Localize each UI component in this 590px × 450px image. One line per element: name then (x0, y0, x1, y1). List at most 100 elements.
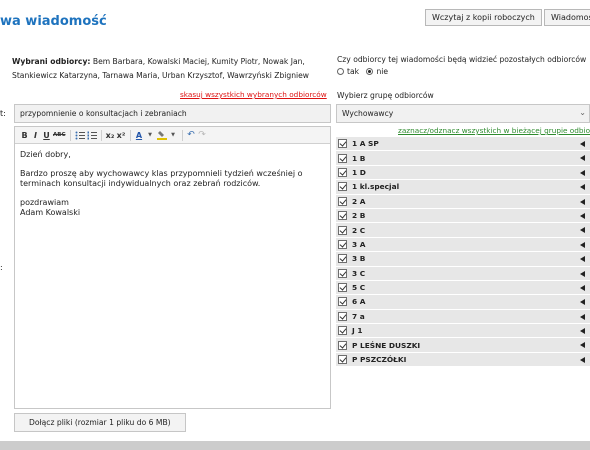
redo-icon[interactable]: ↷ (197, 129, 208, 142)
expand-arrow-icon[interactable] (580, 342, 585, 349)
expand-arrow-icon[interactable] (580, 256, 585, 263)
messages-button[interactable]: Wiadomości (544, 9, 590, 26)
group-row[interactable]: 2 B (336, 208, 590, 224)
text-color-button[interactable]: A (134, 129, 145, 142)
group-name: 3 C (352, 268, 366, 278)
recipients-label: Wybrani odbiorcy: (12, 57, 91, 66)
expand-arrow-icon[interactable] (580, 169, 585, 176)
expand-arrow-icon[interactable] (580, 141, 585, 147)
body-paragraph: Bardzo proszę aby wychowawcy klas przypo… (20, 169, 303, 188)
expand-arrow-icon[interactable] (580, 241, 585, 248)
expand-arrow-icon[interactable] (580, 328, 585, 335)
checkbox[interactable] (338, 239, 347, 249)
radio-nie[interactable] (366, 68, 374, 75)
group-name: 1 A SP (352, 139, 379, 149)
message-body[interactable]: Dzień dobry, Bardzo proszę aby wychowawc… (15, 144, 330, 224)
expand-arrow-icon[interactable] (580, 227, 585, 234)
checkbox[interactable] (338, 153, 347, 163)
group-row[interactable]: 1 B (336, 151, 590, 166)
checkbox[interactable] (338, 355, 347, 365)
chevron-down-icon[interactable]: ▼ (145, 129, 156, 142)
clear-recipients-link[interactable]: skasuj wszystkich wybranych odbiorców (180, 90, 327, 99)
group-row[interactable]: J 1 (336, 324, 590, 339)
expand-arrow-icon[interactable] (580, 198, 585, 205)
undo-icon[interactable]: ↶ (186, 129, 197, 142)
group-name: 2 B (352, 211, 366, 221)
checkbox[interactable] (338, 167, 347, 177)
checkbox[interactable] (338, 211, 347, 221)
group-row[interactable]: 5 C (336, 280, 590, 296)
checkbox[interactable] (338, 139, 347, 149)
bold-button[interactable]: B (19, 129, 30, 142)
checkbox[interactable] (338, 297, 347, 307)
expand-arrow-icon[interactable] (580, 184, 585, 191)
group-name: 2 A (352, 196, 366, 206)
recipients-line-2: Stankiewicz Katarzyna, Tarnawa Maria, Ur… (12, 71, 310, 80)
expand-arrow-icon[interactable] (580, 270, 585, 277)
chevron-down-icon: ⌄ (579, 108, 586, 117)
subject-label: t: (0, 109, 6, 118)
checkbox[interactable] (338, 340, 347, 350)
subject-input[interactable]: przypomnienie o konsultacjach i zebrania… (14, 104, 331, 123)
attach-files-button[interactable]: Dołącz pliki (rozmiar 1 pliku do 6 MB) (14, 413, 186, 432)
group-row[interactable]: 1 kl.specjal (336, 180, 590, 195)
group-row[interactable]: P PSZCZÓŁKI (336, 352, 590, 368)
strikethrough-button[interactable]: ABC (52, 129, 67, 142)
recipient-group-list: 1 A SP 1 B 1 D 1 kl.specjal 2 A 2 B 2 C … (336, 137, 590, 368)
bulleted-list-icon[interactable] (74, 129, 86, 142)
visibility-setting: Czy odbiorcy tej wiadomości będą widzieć… (337, 54, 590, 78)
highlight-icon[interactable] (156, 129, 168, 142)
page-title: wa wiadomość (0, 14, 107, 29)
expand-arrow-icon[interactable] (580, 299, 585, 306)
expand-arrow-icon[interactable] (580, 313, 585, 320)
checkbox[interactable] (338, 254, 347, 264)
expand-arrow-icon[interactable] (580, 155, 585, 162)
group-row[interactable]: 3 C (336, 266, 590, 281)
group-row[interactable]: 1 D (336, 165, 590, 181)
toggle-all-link[interactable]: zaznacz/odznacz wszystkich w bieżącej gr… (398, 126, 590, 135)
group-select-label: Wybierz grupę odbiorców (337, 91, 434, 100)
checkbox[interactable] (338, 268, 347, 278)
group-row[interactable]: 3 A (336, 237, 590, 253)
expand-arrow-icon[interactable] (580, 284, 585, 291)
checkbox[interactable] (338, 326, 347, 336)
radio-tak[interactable] (337, 68, 344, 75)
recipient-group-selected: Wychowawcy (342, 109, 394, 118)
group-name: 2 C (352, 225, 366, 235)
radio-nie-label: nie (376, 67, 389, 76)
group-name: 3 B (352, 254, 366, 264)
checkbox[interactable] (338, 225, 347, 235)
group-row[interactable]: 7 a (336, 309, 590, 325)
underline-button[interactable]: U (41, 129, 52, 142)
visibility-question: Czy odbiorcy tej wiadomości będą widzieć… (337, 55, 587, 64)
superscript-button[interactable]: x² (116, 129, 127, 142)
radio-tak-label: tak (347, 67, 360, 76)
checkbox[interactable] (338, 196, 347, 206)
group-name: 3 A (352, 239, 366, 249)
expand-arrow-icon[interactable] (580, 356, 585, 363)
field-label-fragment: : (0, 263, 3, 272)
editor-toolbar: B I U ABC x₂ x² A ▼ ▼ ↶ ↷ (15, 127, 330, 144)
numbered-list-icon[interactable] (86, 129, 98, 142)
group-row[interactable]: 6 A (336, 295, 590, 310)
checkbox[interactable] (338, 283, 347, 293)
group-row[interactable]: P LEŚNE DUSZKI (336, 338, 590, 353)
toolbar-divider (129, 129, 131, 141)
recipient-group-select[interactable]: Wychowawcy ⌄ (336, 104, 590, 123)
message-editor[interactable]: B I U ABC x₂ x² A ▼ ▼ ↶ ↷ Dzień dobry, B… (14, 126, 331, 409)
toolbar-divider (100, 129, 102, 141)
group-row[interactable]: 2 C (336, 223, 590, 238)
checkbox[interactable] (338, 311, 347, 321)
expand-arrow-icon[interactable] (580, 212, 585, 219)
group-row[interactable]: 3 B (336, 252, 590, 267)
group-row[interactable]: 1 A SP (336, 137, 590, 152)
footer-bar (0, 441, 590, 450)
chevron-down-icon[interactable]: ▼ (168, 129, 179, 142)
checkbox[interactable] (338, 182, 347, 192)
group-name: 6 A (352, 297, 366, 307)
subscript-button[interactable]: x₂ (105, 129, 116, 142)
load-draft-button[interactable]: Wczytaj z kopii roboczych (425, 9, 542, 26)
group-name: 1 D (352, 167, 366, 177)
italic-button[interactable]: I (30, 129, 41, 142)
group-row[interactable]: 2 A (336, 194, 590, 209)
